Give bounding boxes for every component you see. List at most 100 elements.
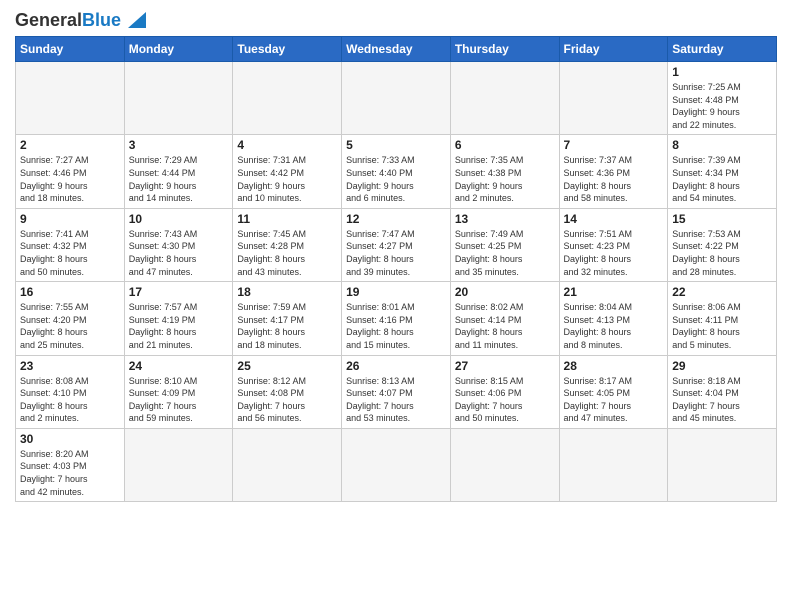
day-info: Sunrise: 7:43 AM Sunset: 4:30 PM Dayligh… bbox=[129, 228, 229, 278]
table-row: 23 Sunrise: 8:08 AM Sunset: 4:10 PM Dayli… bbox=[16, 355, 125, 428]
day-info: Sunrise: 8:02 AM Sunset: 4:14 PM Dayligh… bbox=[455, 301, 555, 351]
table-row: 10 Sunrise: 7:43 AM Sunset: 4:30 PM Dayli… bbox=[124, 208, 233, 281]
calendar-header-row: Sunday Monday Tuesday Wednesday Thursday… bbox=[16, 37, 777, 62]
day-number: 30 bbox=[20, 432, 120, 446]
table-row: 18 Sunrise: 7:59 AM Sunset: 4:17 PM Dayli… bbox=[233, 282, 342, 355]
table-row bbox=[559, 428, 668, 501]
table-row: 24Sunrise: 8:10 AM Sunset: 4:09 PM Dayli… bbox=[124, 355, 233, 428]
day-info: Sunrise: 7:31 AM Sunset: 4:42 PM Dayligh… bbox=[237, 154, 337, 204]
day-number: 20 bbox=[455, 285, 555, 299]
day-number: 10 bbox=[129, 212, 229, 226]
day-info: Sunrise: 8:06 AM Sunset: 4:11 PM Dayligh… bbox=[672, 301, 772, 351]
day-number: 5 bbox=[346, 138, 446, 152]
day-info: Sunrise: 7:33 AM Sunset: 4:40 PM Dayligh… bbox=[346, 154, 446, 204]
day-info: Sunrise: 7:37 AM Sunset: 4:36 PM Dayligh… bbox=[564, 154, 664, 204]
day-info: Sunrise: 7:41 AM Sunset: 4:32 PM Dayligh… bbox=[20, 228, 120, 278]
day-number: 18 bbox=[237, 285, 337, 299]
logo: GeneralBlue bbox=[15, 10, 146, 30]
table-row: 20 Sunrise: 8:02 AM Sunset: 4:14 PM Dayli… bbox=[450, 282, 559, 355]
day-info: Sunrise: 7:57 AM Sunset: 4:19 PM Dayligh… bbox=[129, 301, 229, 351]
day-number: 17 bbox=[129, 285, 229, 299]
logo-blue: Blue bbox=[82, 10, 121, 30]
day-info: Sunrise: 7:59 AM Sunset: 4:17 PM Dayligh… bbox=[237, 301, 337, 351]
table-row bbox=[16, 62, 125, 135]
day-info: Sunrise: 7:53 AM Sunset: 4:22 PM Dayligh… bbox=[672, 228, 772, 278]
day-info: Sunrise: 8:04 AM Sunset: 4:13 PM Dayligh… bbox=[564, 301, 664, 351]
table-row bbox=[124, 428, 233, 501]
page: GeneralBlue Sunday Monday Tuesday Wednes… bbox=[0, 0, 792, 612]
calendar: Sunday Monday Tuesday Wednesday Thursday… bbox=[15, 36, 777, 502]
table-row: 8Sunrise: 7:39 AM Sunset: 4:34 PM Daylig… bbox=[668, 135, 777, 208]
day-info: Sunrise: 8:12 AM Sunset: 4:08 PM Dayligh… bbox=[237, 375, 337, 425]
table-row: 9 Sunrise: 7:41 AM Sunset: 4:32 PM Daylig… bbox=[16, 208, 125, 281]
col-tuesday: Tuesday bbox=[233, 37, 342, 62]
table-row bbox=[668, 428, 777, 501]
day-number: 11 bbox=[237, 212, 337, 226]
day-info: Sunrise: 7:29 AM Sunset: 4:44 PM Dayligh… bbox=[129, 154, 229, 204]
table-row: 1Sunrise: 7:25 AM Sunset: 4:48 PM Daylig… bbox=[668, 62, 777, 135]
table-row bbox=[233, 62, 342, 135]
table-row: 16 Sunrise: 7:55 AM Sunset: 4:20 PM Dayli… bbox=[16, 282, 125, 355]
day-info: Sunrise: 7:25 AM Sunset: 4:48 PM Dayligh… bbox=[672, 81, 772, 131]
day-number: 16 bbox=[20, 285, 120, 299]
day-number: 22 bbox=[672, 285, 772, 299]
day-number: 13 bbox=[455, 212, 555, 226]
day-info: Sunrise: 8:08 AM Sunset: 4:10 PM Dayligh… bbox=[20, 375, 120, 425]
table-row: 6Sunrise: 7:35 AM Sunset: 4:38 PM Daylig… bbox=[450, 135, 559, 208]
day-info: Sunrise: 8:17 AM Sunset: 4:05 PM Dayligh… bbox=[564, 375, 664, 425]
header: GeneralBlue bbox=[15, 10, 777, 30]
day-info: Sunrise: 7:49 AM Sunset: 4:25 PM Dayligh… bbox=[455, 228, 555, 278]
day-info: Sunrise: 7:51 AM Sunset: 4:23 PM Dayligh… bbox=[564, 228, 664, 278]
table-row: 19Sunrise: 8:01 AM Sunset: 4:16 PM Dayli… bbox=[342, 282, 451, 355]
day-number: 28 bbox=[564, 359, 664, 373]
table-row: 17 Sunrise: 7:57 AM Sunset: 4:19 PM Dayli… bbox=[124, 282, 233, 355]
col-wednesday: Wednesday bbox=[342, 37, 451, 62]
logo-icon bbox=[124, 8, 146, 30]
day-number: 15 bbox=[672, 212, 772, 226]
day-number: 6 bbox=[455, 138, 555, 152]
day-info: Sunrise: 8:15 AM Sunset: 4:06 PM Dayligh… bbox=[455, 375, 555, 425]
table-row: 7Sunrise: 7:37 AM Sunset: 4:36 PM Daylig… bbox=[559, 135, 668, 208]
table-row: 21 Sunrise: 8:04 AM Sunset: 4:13 PM Dayli… bbox=[559, 282, 668, 355]
day-number: 3 bbox=[129, 138, 229, 152]
table-row bbox=[124, 62, 233, 135]
day-number: 12 bbox=[346, 212, 446, 226]
day-number: 19 bbox=[346, 285, 446, 299]
table-row bbox=[342, 62, 451, 135]
table-row: 15 Sunrise: 7:53 AM Sunset: 4:22 PM Dayli… bbox=[668, 208, 777, 281]
day-info: Sunrise: 7:27 AM Sunset: 4:46 PM Dayligh… bbox=[20, 154, 120, 204]
table-row bbox=[233, 428, 342, 501]
day-number: 21 bbox=[564, 285, 664, 299]
table-row: 12 Sunrise: 7:47 AM Sunset: 4:27 PM Dayli… bbox=[342, 208, 451, 281]
table-row: 2 Sunrise: 7:27 AM Sunset: 4:46 PM Daylig… bbox=[16, 135, 125, 208]
day-number: 27 bbox=[455, 359, 555, 373]
table-row: 29 Sunrise: 8:18 AM Sunset: 4:04 PM Dayli… bbox=[668, 355, 777, 428]
table-row bbox=[450, 62, 559, 135]
day-info: Sunrise: 7:47 AM Sunset: 4:27 PM Dayligh… bbox=[346, 228, 446, 278]
day-info: Sunrise: 7:55 AM Sunset: 4:20 PM Dayligh… bbox=[20, 301, 120, 351]
table-row: 26Sunrise: 8:13 AM Sunset: 4:07 PM Dayli… bbox=[342, 355, 451, 428]
day-number: 23 bbox=[20, 359, 120, 373]
col-friday: Friday bbox=[559, 37, 668, 62]
day-number: 2 bbox=[20, 138, 120, 152]
day-info: Sunrise: 8:20 AM Sunset: 4:03 PM Dayligh… bbox=[20, 448, 120, 498]
day-number: 24 bbox=[129, 359, 229, 373]
table-row: 25Sunrise: 8:12 AM Sunset: 4:08 PM Dayli… bbox=[233, 355, 342, 428]
table-row bbox=[342, 428, 451, 501]
col-thursday: Thursday bbox=[450, 37, 559, 62]
table-row: 5 Sunrise: 7:33 AM Sunset: 4:40 PM Daylig… bbox=[342, 135, 451, 208]
table-row bbox=[450, 428, 559, 501]
table-row: 3 Sunrise: 7:29 AM Sunset: 4:44 PM Daylig… bbox=[124, 135, 233, 208]
day-number: 29 bbox=[672, 359, 772, 373]
col-saturday: Saturday bbox=[668, 37, 777, 62]
table-row: 11Sunrise: 7:45 AM Sunset: 4:28 PM Dayli… bbox=[233, 208, 342, 281]
day-info: Sunrise: 8:18 AM Sunset: 4:04 PM Dayligh… bbox=[672, 375, 772, 425]
day-number: 9 bbox=[20, 212, 120, 226]
day-number: 4 bbox=[237, 138, 337, 152]
col-monday: Monday bbox=[124, 37, 233, 62]
col-sunday: Sunday bbox=[16, 37, 125, 62]
table-row: 22 Sunrise: 8:06 AM Sunset: 4:11 PM Dayli… bbox=[668, 282, 777, 355]
table-row: 13 Sunrise: 7:49 AM Sunset: 4:25 PM Dayli… bbox=[450, 208, 559, 281]
table-row: 28 Sunrise: 8:17 AM Sunset: 4:05 PM Dayli… bbox=[559, 355, 668, 428]
logo-text: GeneralBlue bbox=[15, 11, 121, 29]
